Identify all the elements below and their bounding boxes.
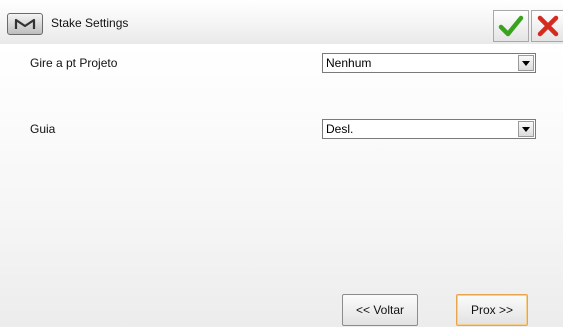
rotate-to-design-point-label: Gire a pt Projeto bbox=[30, 56, 118, 70]
settings-panel: Gire a pt Projeto Nenhum Guia Desl. bbox=[0, 44, 563, 327]
dropdown-arrow-icon[interactable] bbox=[518, 55, 534, 71]
title-bar: Stake Settings bbox=[0, 0, 563, 44]
guide-label: Guia bbox=[30, 122, 56, 136]
checkmark-icon bbox=[498, 15, 524, 37]
guide-select-value: Desl. bbox=[326, 122, 354, 136]
dropdown-arrow-icon[interactable] bbox=[518, 121, 534, 137]
rotate-to-design-point-select[interactable]: Nenhum bbox=[322, 53, 536, 73]
close-icon bbox=[537, 15, 558, 37]
cancel-button[interactable] bbox=[531, 10, 563, 42]
rotate-select-value: Nenhum bbox=[326, 56, 372, 70]
page-title: Stake Settings bbox=[51, 16, 129, 30]
next-button[interactable]: Prox >> bbox=[456, 294, 528, 326]
menu-button[interactable] bbox=[7, 13, 43, 35]
guide-select[interactable]: Desl. bbox=[322, 119, 536, 139]
m-logo-icon bbox=[14, 18, 36, 29]
accept-button[interactable] bbox=[493, 10, 529, 42]
back-button[interactable]: << Voltar bbox=[342, 294, 418, 326]
